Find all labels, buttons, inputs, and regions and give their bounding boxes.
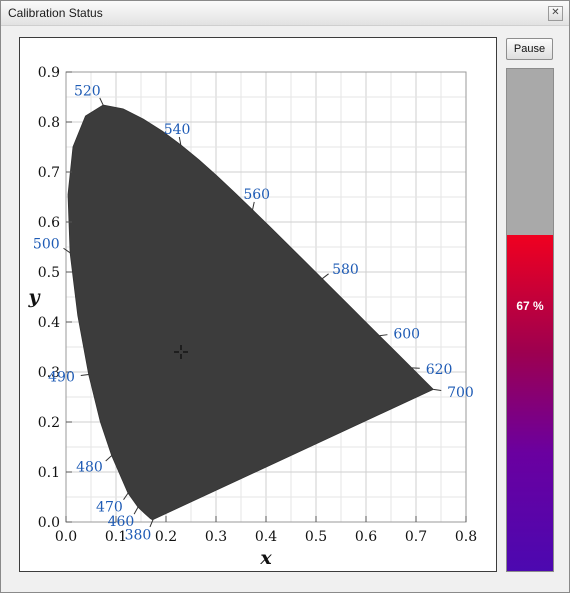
x-tick-label: 0.6 [355,529,377,545]
progress-fill [507,234,553,571]
wavelength-tick [379,334,388,337]
calibration-progress-bar: 67 % [506,68,554,572]
wavelength-label: 500 [33,237,60,253]
wavelength-label: 540 [164,122,191,138]
x-tick-label: 0.3 [205,529,227,545]
x-axis-label: x [259,547,272,569]
y-tick-label: 0.4 [38,315,60,331]
y-tick-label: 0.6 [38,215,60,231]
wavelength-label: 560 [243,187,270,203]
wavelength-tick [149,519,154,528]
window-title: Calibration Status [8,6,103,20]
cie-chromaticity-chart: 0.0 0.1 0.2 0.3 0.4 0.5 0.6 0.7 0.80.00.10.20.30… [27,65,477,569]
pause-button[interactable]: Pause [506,38,553,60]
chromaticity-plot-panel: 0.0 0.1 0.2 0.3 0.4 0.5 0.6 0.7 0.8 0.0 0.1 0.2 0.3 0… [19,37,497,572]
wavelength-label: 460 [108,514,135,530]
x-tick-label: 0.8 [455,529,477,545]
y-tick-label: 0.7 [38,165,60,181]
wavelength-label: 520 [74,84,101,100]
wavelength-tick [321,273,329,280]
y-tick-label: 0.9 [38,65,60,81]
close-icon[interactable]: ✕ [548,6,563,21]
wavelength-label: 490 [48,370,75,386]
y-tick-label: 0.0 [38,515,60,531]
wavelength-tick [63,247,71,254]
x-tick-label: 0.7 [405,529,427,545]
x-tick-label: 0.5 [305,529,327,545]
y-axis-label: y [27,286,41,308]
x-tick-label: 0.4 [255,529,277,545]
wavelength-label: 700 [447,385,474,401]
calibration-window: Calibration Status ✕ 0.0 0.1 0.2 0.3 0.4… [0,0,570,593]
wavelength-tick [80,374,89,377]
wavelength-label: 580 [332,262,359,278]
wavelength-label: 620 [426,362,453,378]
wavelength-tick [123,492,129,500]
title-bar: Calibration Status ✕ [1,1,569,26]
y-tick-label: 0.2 [38,415,60,431]
wavelength-tick [105,455,112,462]
wavelength-tick [433,388,442,392]
x-tick-label: 0.2 [155,529,177,545]
wavelength-label: 470 [96,499,123,515]
wavelength-tick [133,506,139,515]
y-tick-label: 0.5 [38,265,60,281]
wavelength-label: 600 [393,327,420,343]
progress-percent-label: 67 % [516,299,544,313]
y-tick-label: 0.8 [38,115,60,131]
x-tick-label: 0.0 [55,529,77,545]
wavelength-label: 480 [76,459,103,475]
y-tick-label: 0.1 [38,465,60,481]
